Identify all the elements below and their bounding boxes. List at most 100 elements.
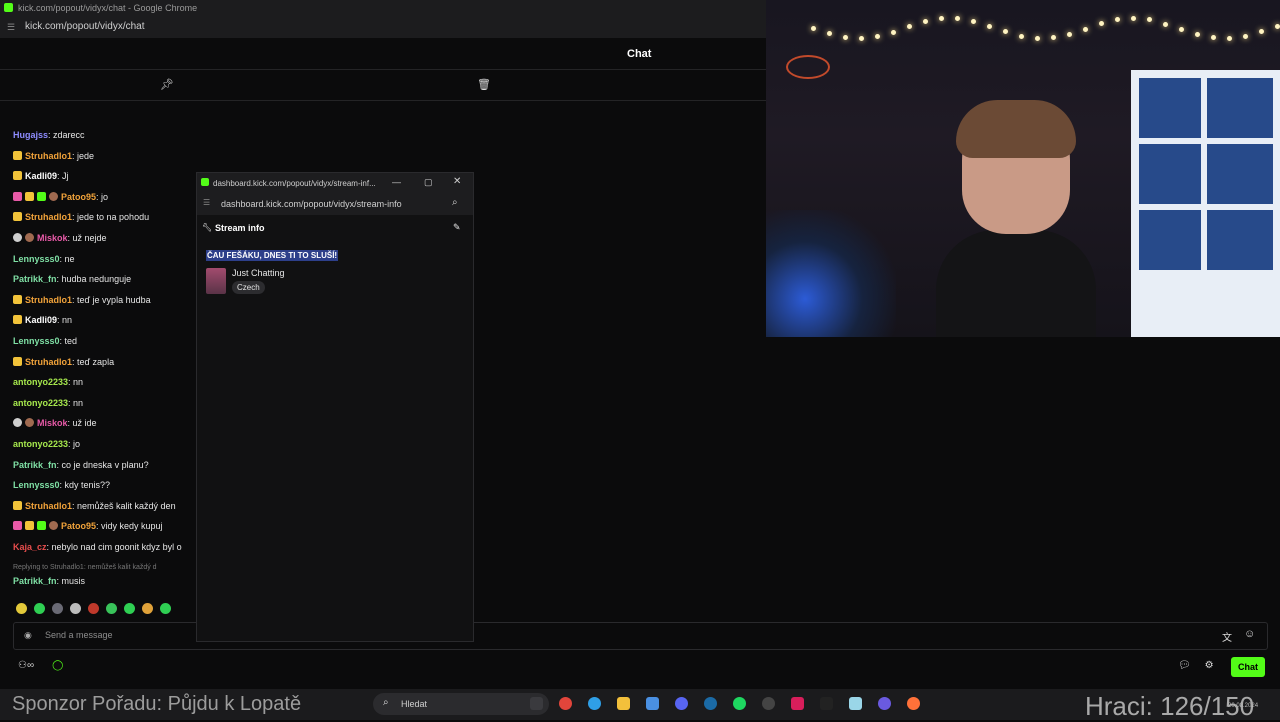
chat-username[interactable]: Lennysss0 (13, 336, 60, 346)
translate-icon[interactable]: 文 (1222, 629, 1232, 644)
emote-icon[interactable] (70, 603, 81, 614)
avatar-badge-icon (25, 233, 34, 242)
chat-text: : jo (96, 191, 109, 202)
chat-bubble-icon[interactable]: 💬︎ (1178, 660, 1191, 671)
shield-icon[interactable]: ◉ (24, 630, 32, 641)
chat-username[interactable]: Struhadlo1 (25, 357, 72, 367)
shelf (1131, 70, 1280, 337)
chat-text: : nemůžeš kalit každý den (72, 500, 176, 511)
popup-url-text[interactable]: dashboard.kick.com/popout/vidyx/stream-i… (221, 199, 402, 209)
chat-username[interactable]: Struhadlo1 (25, 151, 72, 161)
chat-text: : jo (68, 439, 81, 449)
chat-username[interactable]: Lennysss0 (13, 254, 60, 264)
light-bulb (939, 16, 944, 21)
emote-icon[interactable] (124, 603, 135, 614)
chat-username[interactable]: Kaja_cz (13, 542, 47, 552)
emote-icon[interactable] (16, 603, 27, 614)
chat-username[interactable]: Kadli09 (25, 315, 57, 325)
chat-username[interactable]: Miskok (37, 233, 68, 243)
pin-icon[interactable]: 📌︎ (160, 78, 174, 91)
chat-username[interactable]: Hugajss (13, 130, 48, 140)
chat-username[interactable]: Patrikk_fn (13, 274, 57, 284)
address-bar[interactable]: ☰ kick.com/popout/vidyx/chat (0, 16, 766, 38)
maximize-icon[interactable]: ▢ (424, 177, 433, 188)
chat-username[interactable]: Patoo95 (61, 521, 96, 531)
chat-toolbar: 📌︎ 🗑︎ (0, 70, 766, 101)
category-name[interactable]: Just Chatting (232, 268, 285, 278)
sub-badge-icon (13, 356, 22, 366)
chat-input[interactable]: Send a message (45, 630, 113, 640)
calculator-icon[interactable] (646, 697, 659, 710)
chat-username[interactable]: antonyo2233 (13, 398, 68, 408)
minimize-icon[interactable]: — (392, 177, 401, 187)
send-chat-button[interactable]: Chat (1231, 657, 1265, 677)
light-bulb (875, 34, 880, 39)
site-settings-icon[interactable]: ☰ (7, 22, 15, 33)
light-bulb (843, 35, 848, 40)
site-settings-icon[interactable]: ☰ (203, 198, 210, 207)
chat-username[interactable]: antonyo2233 (13, 439, 68, 449)
chat-text: : hudba nedunguje (56, 274, 132, 285)
light-bulb (811, 26, 816, 31)
folder-icon[interactable] (617, 697, 630, 710)
list-item: antonyo2233: jo (13, 439, 80, 449)
emote-icon[interactable] (106, 603, 117, 614)
points-icon[interactable]: ◯ (52, 660, 63, 671)
emote-icon[interactable] (88, 603, 99, 614)
taskbar-search-placeholder[interactable]: Hledat (401, 699, 427, 709)
chat-username[interactable]: Patrikk_fn (13, 460, 57, 470)
tiktok-icon[interactable] (791, 697, 804, 710)
chat-username[interactable]: antonyo2233 (13, 377, 68, 387)
vip-badge-icon (25, 191, 34, 201)
emote-icon[interactable] (34, 603, 45, 614)
popup-address-bar[interactable]: ☰ dashboard.kick.com/popout/vidyx/stream… (197, 193, 473, 215)
community-icon[interactable]: ⚇∞ (18, 660, 34, 671)
trash-icon[interactable]: 🗑︎ (477, 78, 491, 91)
chat-username[interactable]: Struhadlo1 (25, 295, 72, 305)
chat-username[interactable]: Struhadlo1 (25, 212, 72, 222)
chat-username[interactable]: Miskok (37, 418, 68, 428)
taskbar: Sponzor Pořadu: Půjdu k Lopatě ⌕ Hledat … (0, 689, 1280, 721)
reply-note: Replying to Struhadlo1: nemůžeš kalit ka… (13, 564, 157, 571)
spotify-icon[interactable] (733, 697, 746, 710)
firefox-icon[interactable] (907, 697, 920, 710)
shelf-cubby (1139, 78, 1201, 138)
language-badge: Czech (232, 281, 265, 294)
list-item: Struhadlo1: teď zapla (13, 356, 114, 367)
chat-text: : zdarecc (48, 130, 85, 140)
zoom-search-icon[interactable]: ⌕ (452, 197, 458, 208)
task-view-icon[interactable] (530, 697, 543, 710)
og-badge-icon (13, 418, 22, 428)
light-bulb (1115, 17, 1120, 22)
category-thumbnail (206, 268, 226, 294)
capcut-icon[interactable] (820, 697, 833, 710)
emote-icon[interactable] (52, 603, 63, 614)
edit-icon[interactable]: ✎ (453, 222, 461, 233)
emoji-icon[interactable]: ☺ (1244, 628, 1255, 640)
chrome-icon[interactable] (559, 697, 572, 710)
edge-icon[interactable] (588, 697, 601, 710)
light-bulb (1147, 17, 1152, 22)
emote-icon[interactable] (160, 603, 171, 614)
light-bulb (971, 19, 976, 24)
chat-username[interactable]: Kadli09 (25, 171, 57, 181)
chat-username[interactable]: Patoo95 (61, 192, 96, 202)
app-icon[interactable] (849, 697, 862, 710)
close-icon[interactable]: ✕ (453, 176, 461, 187)
app-icon[interactable] (878, 697, 891, 710)
stream-info-label: Stream info (215, 223, 265, 233)
light-bulb (923, 19, 928, 24)
emote-icon[interactable] (142, 603, 153, 614)
url-text[interactable]: kick.com/popout/vidyx/chat (25, 21, 145, 32)
chat-username[interactable]: Struhadlo1 (25, 501, 72, 511)
chat-username[interactable]: Lennysss0 (13, 480, 60, 490)
settings-icon[interactable]: ⚙ (1205, 660, 1214, 671)
obs-icon[interactable] (762, 697, 775, 710)
chat-text: : nebylo nad cim goonit kdyz byl o (46, 542, 182, 552)
chat-text: : teď je vypla hudba (72, 294, 151, 305)
taskbar-search[interactable]: ⌕ Hledat (373, 693, 549, 715)
shelf-cubby (1139, 144, 1201, 204)
steam-icon[interactable] (704, 697, 717, 710)
chat-username[interactable]: Patrikk_fn (13, 576, 57, 586)
discord-icon[interactable] (675, 697, 688, 710)
